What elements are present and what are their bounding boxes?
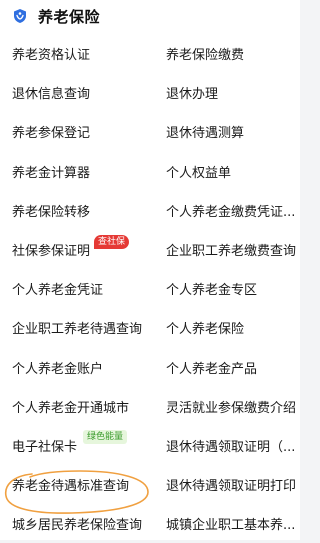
service-item-label: 养老保险转移 [12, 204, 91, 220]
service-item-right-6[interactable]: 个人养老金专区 [166, 269, 296, 308]
service-item-left-3[interactable]: 养老金计算器 [12, 152, 162, 191]
grid-row: 社保参保证明 查社保 企业职工养老缴费查询 [0, 230, 300, 269]
service-item-label: 退休办理 [166, 87, 219, 103]
service-item-label: 个人养老金专区 [166, 283, 258, 299]
service-item-label: 灵活就业参保缴费介绍 [166, 400, 296, 416]
service-item-label: 养老资格认证 [12, 48, 91, 64]
grid-row: 养老资格认证 养老保险缴费 [0, 34, 300, 73]
service-item-left-10[interactable]: 电子社保卡 绿色能量 [12, 426, 162, 465]
service-item-label: 退休待遇领取证明（... [166, 439, 296, 455]
service-item-label: 养老金计算器 [12, 165, 91, 181]
service-item-label: 养老保险缴费 [166, 48, 245, 64]
service-item-left-2[interactable]: 养老参保登记 [12, 112, 162, 151]
grid-row: 养老参保登记 退休待遇测算 [0, 112, 300, 151]
grid-row: 养老金待遇标准查询 退休待遇领取证明打印 [0, 465, 300, 504]
service-item-left-0[interactable]: 养老资格认证 [12, 34, 162, 73]
service-item-left-6[interactable]: 个人养老金凭证 [12, 269, 162, 308]
service-item-left-9[interactable]: 个人养老金开通城市 [12, 387, 162, 426]
service-item-label: 社保参保证明 [12, 244, 91, 260]
grid-row: 城乡居民养老保险查询 城镇企业职工基本养... [0, 504, 300, 543]
grid-row: 电子社保卡 绿色能量 退休待遇领取证明（... [0, 426, 300, 465]
grid-row: 个人养老金凭证 个人养老金专区 [0, 269, 300, 308]
service-item-label: 养老金待遇标准查询 [12, 479, 130, 495]
service-item-right-0[interactable]: 养老保险缴费 [166, 34, 296, 73]
grid-row: 养老保险转移 个人养老金缴费凭证... [0, 191, 300, 230]
grid-row: 个人养老金账户 个人养老金产品 [0, 348, 300, 387]
service-item-label: 城乡居民养老保险查询 [12, 518, 143, 534]
service-item-right-11[interactable]: 退休待遇领取证明打印 [166, 465, 296, 504]
service-item-right-8[interactable]: 个人养老金产品 [166, 348, 296, 387]
service-item-right-7[interactable]: 个人养老保险 [166, 308, 296, 347]
service-item-label: 退休待遇领取证明打印 [166, 479, 296, 495]
service-item-right-2[interactable]: 退休待遇测算 [166, 112, 296, 151]
check-social-security-badge: 查社保 [94, 234, 130, 249]
service-item-label: 养老参保登记 [12, 126, 91, 142]
service-item-label: 个人养老金账户 [12, 361, 104, 377]
service-item-left-7[interactable]: 企业职工养老待遇查询 [12, 308, 162, 347]
service-item-right-1[interactable]: 退休办理 [166, 73, 296, 112]
service-item-right-5[interactable]: 企业职工养老缴费查询 [166, 230, 296, 269]
grid-row: 企业职工养老待遇查询 个人养老保险 [0, 308, 300, 347]
service-item-right-9[interactable]: 灵活就业参保缴费介绍 [166, 387, 296, 426]
service-item-label: 城镇企业职工基本养... [166, 518, 296, 534]
service-grid: 养老资格认证 养老保险缴费退休信息查询 退休办理养老参保登记 退休待遇测算养老金计算器… [0, 34, 300, 543]
service-item-label: 个人养老金产品 [166, 361, 258, 377]
service-item-label: 个人养老金缴费凭证... [166, 204, 296, 220]
service-item-label: 电子社保卡 [12, 439, 78, 455]
service-item-left-4[interactable]: 养老保险转移 [12, 191, 162, 230]
grid-row: 养老金计算器 个人权益单 [0, 152, 300, 191]
section-title: 养老保险 [38, 8, 101, 26]
service-item-label: 退休信息查询 [12, 87, 91, 103]
pension-insurance-panel: 养老保险 养老资格认证 养老保险缴费 退休信息查询 退休办理 养老参保登记 退休待遇测算养… [0, 0, 300, 540]
service-item-right-3[interactable]: 个人权益单 [166, 152, 296, 191]
grid-row: 退休信息查询 退休办理 [0, 73, 300, 112]
service-item-left-11[interactable]: 养老金待遇标准查询 [12, 465, 162, 504]
service-item-label: 个人养老金凭证 [12, 283, 104, 299]
service-item-label: 个人养老保险 [166, 322, 245, 338]
service-item-left-5[interactable]: 社保参保证明 查社保 [12, 230, 162, 269]
section-header: 养老保险 [0, 0, 300, 34]
service-item-label: 企业职工养老缴费查询 [166, 244, 296, 260]
service-item-label: 退休待遇测算 [166, 126, 245, 142]
service-item-right-10[interactable]: 退休待遇领取证明（... [166, 426, 296, 465]
service-item-left-12[interactable]: 城乡居民养老保险查询 [12, 504, 162, 543]
green-energy-badge: 绿色能量 [83, 430, 128, 445]
service-item-right-4[interactable]: 个人养老金缴费凭证... [166, 191, 296, 230]
service-item-label: 个人养老金开通城市 [12, 400, 130, 416]
service-item-left-8[interactable]: 个人养老金账户 [12, 348, 162, 387]
shield-logo-icon [14, 9, 26, 23]
grid-row: 个人养老金开通城市 灵活就业参保缴费介绍 [0, 387, 300, 426]
service-item-right-12[interactable]: 城镇企业职工基本养... [166, 504, 296, 543]
service-item-left-1[interactable]: 退休信息查询 [12, 73, 162, 112]
service-item-label: 企业职工养老待遇查询 [12, 322, 143, 338]
service-item-label: 个人权益单 [166, 165, 232, 181]
